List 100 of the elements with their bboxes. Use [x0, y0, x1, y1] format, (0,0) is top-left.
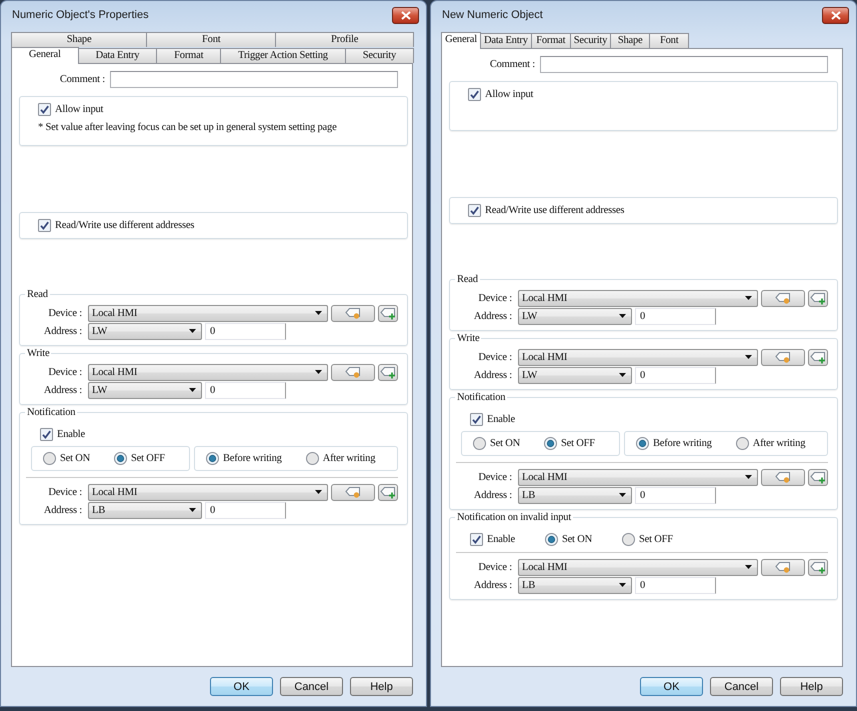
address-dropdown[interactable]: LW — [88, 322, 202, 340]
address-field[interactable]: 0 — [205, 322, 286, 340]
tag-icon — [345, 366, 361, 378]
tag-plus-icon — [810, 292, 826, 304]
address-field[interactable]: 0 — [635, 576, 716, 594]
checkbox[interactable] — [468, 204, 481, 217]
radio-label: After writing — [322, 453, 376, 464]
checkbox[interactable] — [40, 428, 53, 441]
device-dropdown[interactable]: Local HMI — [518, 348, 758, 366]
close-icon — [400, 10, 410, 20]
tab[interactable]: Format — [156, 48, 222, 63]
radio-label: Set OFF — [561, 438, 595, 449]
tab[interactable]: Data Entry — [78, 48, 158, 63]
tag-button[interactable] — [331, 484, 375, 500]
tab[interactable]: Trigger Action Setting — [220, 48, 346, 63]
dialog-button[interactable]: OK — [640, 677, 703, 696]
add-tag-button[interactable] — [378, 364, 398, 380]
close-button[interactable] — [392, 6, 419, 24]
dialog-button[interactable]: Cancel — [710, 677, 773, 696]
device-dropdown[interactable]: Local HMI — [88, 484, 328, 500]
address-dropdown[interactable]: LB — [518, 486, 632, 504]
comment-field[interactable] — [540, 56, 828, 73]
add-tag-button[interactable] — [378, 304, 398, 322]
tag-button[interactable] — [331, 304, 375, 322]
radio-label: Set ON — [490, 438, 520, 449]
close-icon — [830, 10, 840, 20]
dialog-button[interactable]: Help — [780, 677, 843, 696]
address-field[interactable]: 0 — [635, 486, 716, 504]
tab[interactable]: Shape — [11, 32, 148, 47]
tab[interactable]: Security — [344, 48, 414, 63]
tag-plus-icon — [380, 306, 396, 320]
radio-button[interactable] — [114, 452, 128, 465]
tab[interactable]: Shape — [610, 33, 650, 48]
tab[interactable]: Data Entry — [480, 33, 532, 48]
caret-icon — [745, 296, 752, 300]
tab[interactable]: Format — [530, 33, 571, 48]
address-field[interactable]: 0 — [205, 502, 286, 518]
add-tag-button[interactable] — [808, 290, 828, 306]
tab[interactable]: Security — [570, 33, 612, 48]
field-label: Comment : — [488, 59, 535, 70]
address-dropdown[interactable]: LW — [88, 382, 202, 398]
add-tag-button[interactable] — [808, 558, 828, 576]
checkbox-label: Allow input — [485, 89, 534, 100]
checkbox-label: Read/Write use different addresses — [55, 220, 194, 231]
tab[interactable]: Font — [146, 32, 276, 47]
dialog-button[interactable]: OK — [210, 677, 273, 696]
address-field[interactable]: 0 — [635, 366, 716, 384]
dialog-button[interactable]: Help — [350, 677, 413, 696]
tag-button[interactable] — [761, 348, 805, 366]
field-label: Address : — [42, 384, 82, 396]
radio-button[interactable] — [43, 452, 56, 465]
tab[interactable]: Font — [649, 33, 690, 48]
group-title: Read — [26, 288, 49, 301]
radio-label: After writing — [752, 438, 806, 449]
caret-icon — [619, 493, 626, 497]
address-field[interactable]: 0 — [635, 308, 716, 324]
add-tag-button[interactable] — [808, 348, 828, 366]
tag-button[interactable] — [761, 558, 805, 576]
device-dropdown[interactable]: Local HMI — [518, 558, 758, 576]
add-tag-button[interactable] — [808, 468, 828, 486]
device-dropdown[interactable]: Local HMI — [88, 304, 328, 322]
field-label: Comment : — [58, 74, 105, 85]
device-dropdown[interactable]: Local HMI — [88, 364, 328, 380]
close-button[interactable] — [822, 6, 849, 24]
tab[interactable]: General — [441, 32, 481, 49]
tab[interactable]: Profile — [275, 32, 414, 47]
radio-button[interactable] — [636, 437, 649, 450]
group-title: Read — [456, 273, 479, 286]
checkbox-label: Allow input — [55, 104, 104, 115]
add-tag-button[interactable] — [378, 484, 398, 500]
radio-button[interactable] — [622, 533, 635, 546]
address-dropdown[interactable]: LW — [518, 366, 632, 384]
radio-button[interactable] — [206, 452, 219, 465]
checkbox[interactable] — [470, 533, 483, 546]
tab[interactable]: General — [11, 47, 79, 64]
radio-button[interactable] — [544, 437, 558, 450]
tag-button[interactable] — [331, 364, 375, 380]
field-label: Device : — [47, 308, 82, 318]
checkbox-label: Enable — [487, 534, 515, 545]
address-dropdown[interactable]: LB — [88, 502, 202, 518]
window-title: Numeric Object's Properties — [11, 9, 149, 21]
radio-button[interactable] — [736, 437, 749, 450]
checkbox-label: Enable — [487, 414, 515, 425]
tag-button[interactable] — [761, 468, 805, 486]
comment-field[interactable] — [110, 71, 398, 88]
address-dropdown[interactable]: LB — [518, 576, 632, 594]
tag-button[interactable] — [761, 290, 805, 306]
address-field[interactable]: 0 — [205, 382, 286, 398]
radio-button[interactable] — [544, 533, 558, 546]
checkbox[interactable] — [38, 219, 51, 232]
dialog-button[interactable]: Cancel — [280, 677, 343, 696]
caret-icon — [745, 355, 752, 359]
device-dropdown[interactable]: Local HMI — [518, 468, 758, 486]
checkbox[interactable] — [470, 413, 483, 426]
radio-button[interactable] — [473, 437, 486, 450]
checkbox[interactable] — [38, 103, 51, 116]
checkbox[interactable] — [468, 88, 481, 101]
radio-button[interactable] — [306, 452, 319, 465]
address-dropdown[interactable]: LW — [518, 308, 632, 324]
device-dropdown[interactable]: Local HMI — [518, 290, 758, 306]
